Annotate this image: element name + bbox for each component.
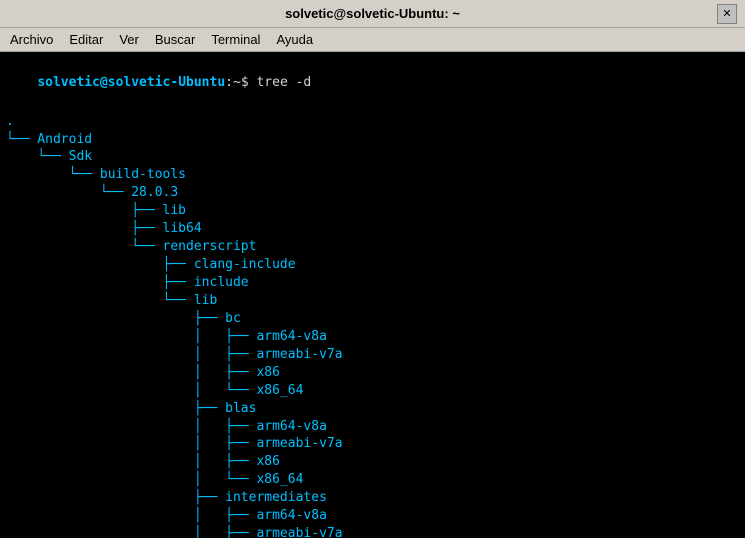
close-button[interactable]: ✕	[717, 4, 737, 24]
prompt-line: solvetic@solvetic-Ubuntu:~$ tree -d	[6, 56, 739, 111]
prompt-symbol: $	[241, 75, 249, 90]
menu-buscar[interactable]: Buscar	[149, 30, 201, 49]
menu-editar[interactable]: Editar	[63, 30, 109, 49]
window-title: solvetic@solvetic-Ubuntu: ~	[28, 6, 717, 21]
prompt-user: solvetic@solvetic-Ubuntu	[37, 75, 225, 90]
tree-output: . └── Android └── Sdk └── build-tools └─…	[6, 113, 739, 538]
title-bar: solvetic@solvetic-Ubuntu: ~ ✕	[0, 0, 745, 28]
menu-bar: Archivo Editar Ver Buscar Terminal Ayuda	[0, 28, 745, 52]
prompt-path: :~	[225, 75, 241, 90]
menu-terminal[interactable]: Terminal	[205, 30, 266, 49]
menu-archivo[interactable]: Archivo	[4, 30, 59, 49]
prompt-command: tree -d	[249, 75, 312, 90]
menu-ayuda[interactable]: Ayuda	[270, 30, 319, 49]
terminal-area[interactable]: solvetic@solvetic-Ubuntu:~$ tree -d . └─…	[0, 52, 745, 538]
menu-ver[interactable]: Ver	[113, 30, 145, 49]
